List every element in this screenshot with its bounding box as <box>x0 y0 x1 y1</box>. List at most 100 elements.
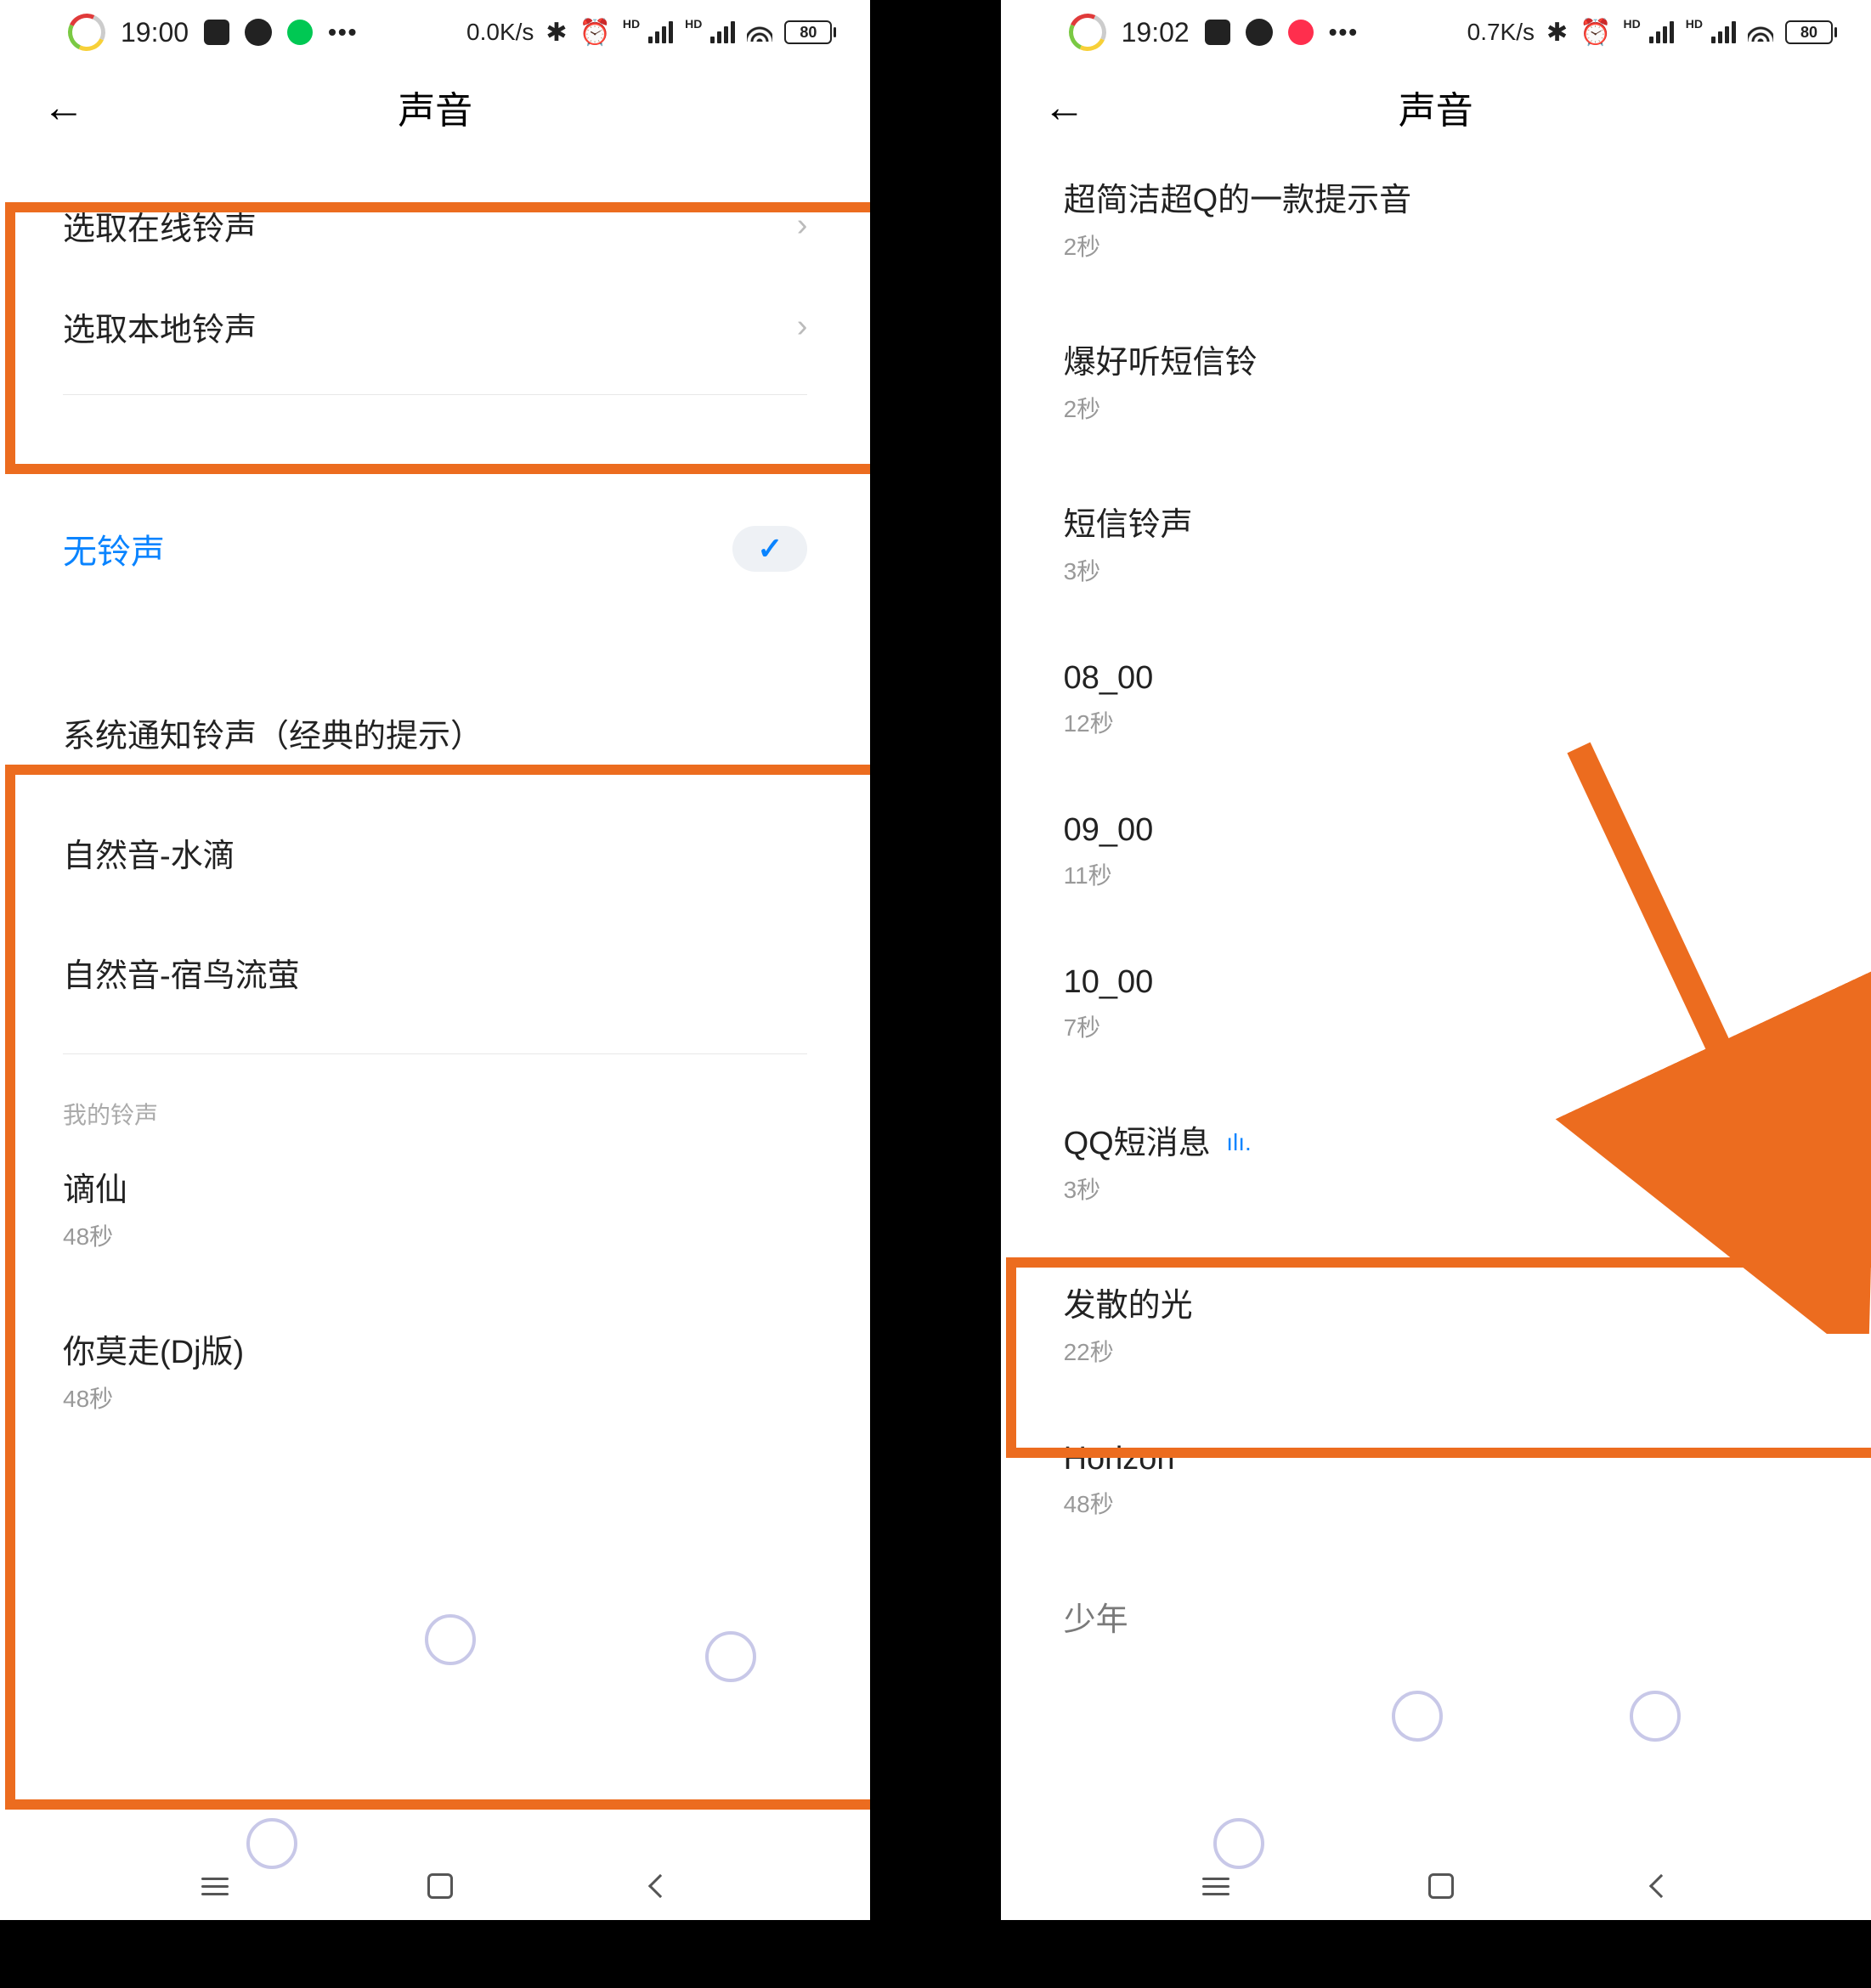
loading-spinner-icon <box>705 1631 756 1682</box>
signal-icon <box>710 21 735 43</box>
status-time: 19:02 <box>1122 17 1190 48</box>
ringtone-item[interactable]: 发散的光 22秒 <box>1021 1255 1851 1392</box>
phone-screenshot-right: 19:02 ••• 0.7K/s ✱ ⏰ HD HD 80 ← 声音 超简洁超Q… <box>1001 0 1871 1920</box>
phone-screenshot-left: 19:00 ••• 0.0K/s ✱ ⏰ HD HD 80 ← 声音 <box>0 0 870 1920</box>
loading-spinner-icon <box>1630 1691 1681 1742</box>
ringtone-item[interactable]: 08_00 12秒 <box>1021 636 1851 763</box>
hd-badge: HD <box>623 17 640 31</box>
back-icon[interactable]: ← <box>1043 82 1086 132</box>
ringtone-duration: 2秒 <box>1064 229 1808 263</box>
ringtone-duration: 7秒 <box>1064 1009 1808 1043</box>
wifi-icon <box>747 23 772 42</box>
notification-icon <box>287 20 313 45</box>
alarm-icon: ⏰ <box>1580 18 1611 48</box>
loading-spinner-icon <box>425 1614 476 1665</box>
alarm-icon: ⏰ <box>579 18 611 48</box>
no-ringtone-label: 无铃声 <box>63 524 165 573</box>
ringtone-duration: 48秒 <box>1064 1486 1808 1520</box>
pick-online-ringtone-row[interactable]: 选取在线铃声 › <box>20 175 850 276</box>
ringtone-item[interactable]: Horizon 48秒 <box>1021 1417 1851 1544</box>
ringtone-title: QQ短消息 <box>1064 1126 1211 1161</box>
chevron-right-icon: › <box>797 308 808 345</box>
net-speed: 0.0K/s <box>466 19 534 46</box>
ringtone-duration: 11秒 <box>1064 857 1808 891</box>
battery-icon: 80 <box>1785 20 1837 44</box>
status-bar: 19:00 ••• 0.0K/s ✱ ⏰ HD HD 80 <box>0 0 870 65</box>
nav-recents-icon[interactable] <box>201 1878 229 1895</box>
check-icon: ✓ <box>757 531 783 567</box>
divider <box>63 1053 807 1054</box>
ringtone-title: 08_00 <box>1064 660 1808 697</box>
ringtone-item[interactable]: 短信铃声 3秒 <box>1021 474 1851 611</box>
row-label: 选取本地铃声 <box>63 303 257 350</box>
pick-local-ringtone-row[interactable]: 选取本地铃声 › <box>20 276 850 377</box>
ringtone-item[interactable]: 系统通知铃声（经典的提示） <box>20 686 850 780</box>
nav-recents-icon[interactable] <box>1202 1878 1229 1895</box>
wifi-icon <box>1748 23 1773 42</box>
notification-icon <box>1288 20 1314 45</box>
signal-icon <box>1711 21 1736 43</box>
hd-badge: HD <box>685 17 702 31</box>
row-label: 选取在线铃声 <box>63 202 257 249</box>
ringtone-item[interactable]: 你莫走(Dj版) 48秒 <box>20 1302 850 1438</box>
ringtone-duration: 48秒 <box>63 1381 807 1415</box>
status-bar: 19:02 ••• 0.7K/s ✱ ⏰ HD HD 80 <box>1001 0 1871 65</box>
ringtone-title: 自然音-水滴 <box>63 829 807 876</box>
signal-icon <box>1649 21 1674 43</box>
ringtone-item[interactable]: 自然音-宿鸟流萤 <box>20 925 850 1019</box>
ringtone-duration: 48秒 <box>63 1218 807 1252</box>
ringtone-title: 爆好听短信铃 <box>1064 336 1808 382</box>
selected-indicator: ✓ <box>732 526 807 572</box>
ringtone-duration: 2秒 <box>1064 391 1808 425</box>
ringtone-duration: 3秒 <box>1064 553 1808 587</box>
apply-button[interactable]: 应用 <box>1703 1130 1808 1193</box>
ringtone-title: 发散的光 <box>1064 1279 1808 1325</box>
nav-home-icon[interactable] <box>427 1873 453 1899</box>
loading-spinner-icon <box>1392 1691 1443 1742</box>
ringtone-duration: 22秒 <box>1064 1334 1808 1368</box>
ringtone-item[interactable]: 爆好听短信铃 2秒 <box>1021 312 1851 449</box>
more-icon: ••• <box>328 19 358 46</box>
app-header: ← 声音 <box>0 65 870 150</box>
nav-bar <box>0 1852 870 1920</box>
no-ringtone-row[interactable]: 无铃声 ✓ <box>20 497 850 601</box>
ringtone-title: 10_00 <box>1064 964 1808 1001</box>
app-header: ← 声音 <box>1001 65 1871 150</box>
nav-back-icon[interactable] <box>648 1874 672 1898</box>
battery-icon: 80 <box>784 20 836 44</box>
divider <box>63 394 807 395</box>
more-icon: ••• <box>1329 19 1359 46</box>
status-time: 19:00 <box>121 17 189 48</box>
ringtone-title: 09_00 <box>1064 812 1808 849</box>
ringtone-duration: 3秒 <box>1064 1172 1252 1206</box>
nav-home-icon[interactable] <box>1428 1873 1454 1899</box>
ringtone-item-selected[interactable]: QQ短消息 ılı. 3秒 应用 <box>1021 1093 1851 1229</box>
charging-icon <box>1205 20 1230 45</box>
ringtone-title: Horizon <box>1064 1441 1808 1477</box>
ringtone-item[interactable]: 少年 <box>1021 1569 1851 1663</box>
ringtone-item[interactable]: 谪仙 48秒 <box>20 1139 850 1276</box>
nav-bar <box>1001 1852 1871 1920</box>
ringtone-item[interactable]: 09_00 11秒 <box>1021 788 1851 915</box>
chevron-right-icon: › <box>797 207 808 244</box>
bluetooth-icon: ✱ <box>545 18 567 48</box>
ringtone-title: 系统通知铃声（经典的提示） <box>63 709 807 756</box>
ringtone-item[interactable]: 超简洁超Q的一款提示音 2秒 <box>1021 150 1851 286</box>
ringtone-title: 超简洁超Q的一款提示音 <box>1064 173 1808 220</box>
page-title: 声音 <box>398 80 472 134</box>
battery-ring-icon <box>63 8 110 56</box>
bluetooth-icon: ✱ <box>1546 18 1568 48</box>
charging-icon <box>204 20 229 45</box>
ringtone-title: 你莫走(Dj版) <box>63 1325 807 1372</box>
ringtone-title: 谪仙 <box>63 1163 807 1210</box>
ringtone-title: 短信铃声 <box>1064 498 1808 545</box>
ringtone-item[interactable]: 10_00 7秒 <box>1021 940 1851 1067</box>
back-icon[interactable]: ← <box>42 82 85 132</box>
page-title: 声音 <box>1399 80 1473 134</box>
net-speed: 0.7K/s <box>1467 19 1535 46</box>
ringtone-item[interactable]: 自然音-水滴 <box>20 805 850 900</box>
nav-back-icon[interactable] <box>1649 1874 1673 1898</box>
signal-icon <box>648 21 673 43</box>
screenshot-divider <box>936 0 1000 1988</box>
hd-badge: HD <box>1624 17 1641 31</box>
